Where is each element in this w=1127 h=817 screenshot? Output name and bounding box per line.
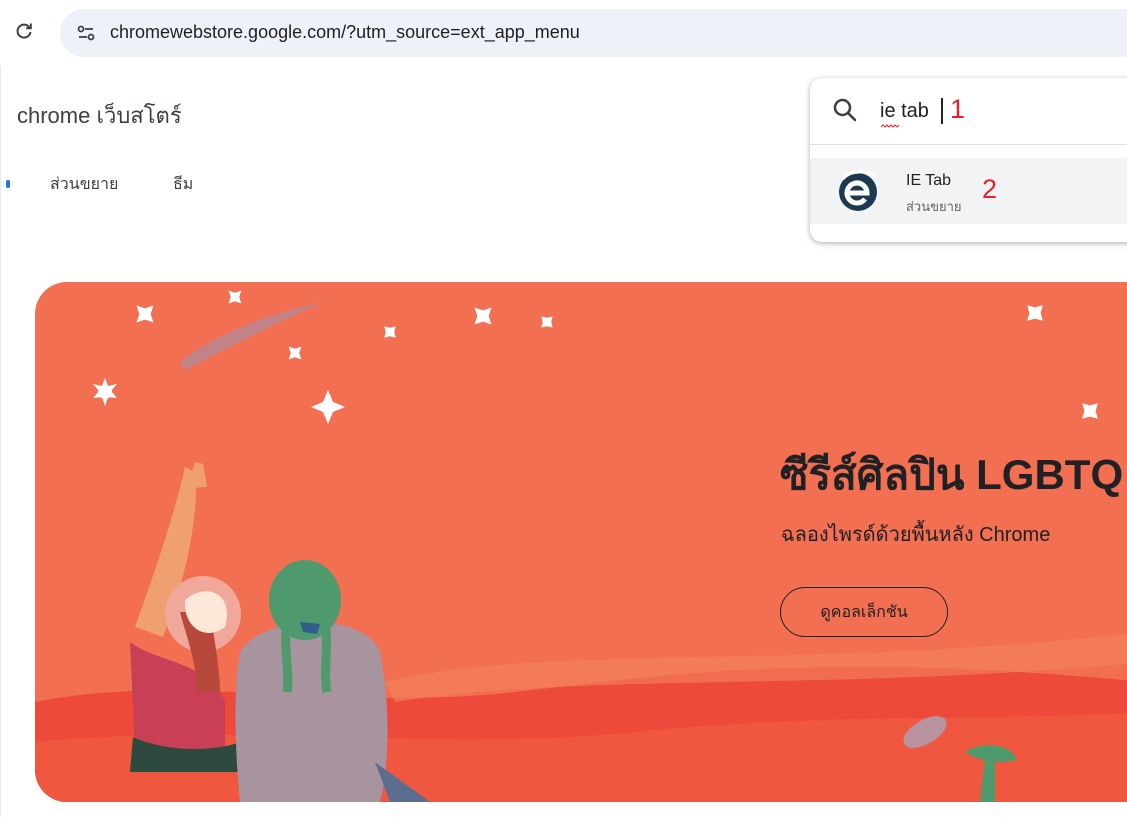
store-logo[interactable]: chrome เว็บสโตร์: [17, 98, 182, 133]
banner-subtitle: ฉลองไพรด์ด้วยพื้นหลัง Chrome: [781, 524, 1051, 546]
suggestion-title: IE Tab: [906, 172, 952, 189]
view-collection-button[interactable]: ดูคอลเล็กชัน: [780, 587, 948, 637]
annotation-number-1: 1: [950, 94, 966, 124]
nav-indicator: [6, 180, 10, 188]
suggestion-subtitle: ส่วนขยาย: [906, 199, 962, 214]
tab-extensions[interactable]: ส่วนขยาย: [50, 172, 118, 197]
reload-button[interactable]: [10, 17, 38, 45]
url-text[interactable]: chromewebstore.google.com/?utm_source=ex…: [110, 22, 580, 43]
search-icon[interactable]: [832, 97, 858, 123]
browser-toolbar: chromewebstore.google.com/?utm_source=ex…: [0, 0, 1127, 66]
search-divider: [810, 144, 1127, 145]
ie-tab-icon: [839, 170, 877, 211]
annotation-number-2: 2: [982, 174, 998, 204]
page-edge-divider: [0, 66, 1, 817]
tune-icon: [77, 25, 95, 41]
address-bar[interactable]: chromewebstore.google.com/?utm_source=ex…: [60, 9, 1127, 57]
reload-icon: [16, 23, 32, 39]
banner-title: ซีรีส์ศิลปิน LGBTQ: [780, 451, 1124, 498]
spellcheck-underline: [881, 124, 900, 128]
tab-themes[interactable]: ธีม: [173, 172, 193, 197]
hero-banner[interactable]: ซีรีส์ศิลปิน LGBTQ ฉลองไพรด์ด้วยพื้นหลัง…: [35, 282, 1127, 802]
site-info-button[interactable]: [72, 19, 100, 47]
search-suggestion-ie-tab[interactable]: IE Tab ส่วนขยาย 2: [810, 158, 1127, 224]
text-caret: [941, 98, 943, 124]
search-panel: 1 IE Tab ส่วนขยาย 2: [810, 78, 1127, 242]
